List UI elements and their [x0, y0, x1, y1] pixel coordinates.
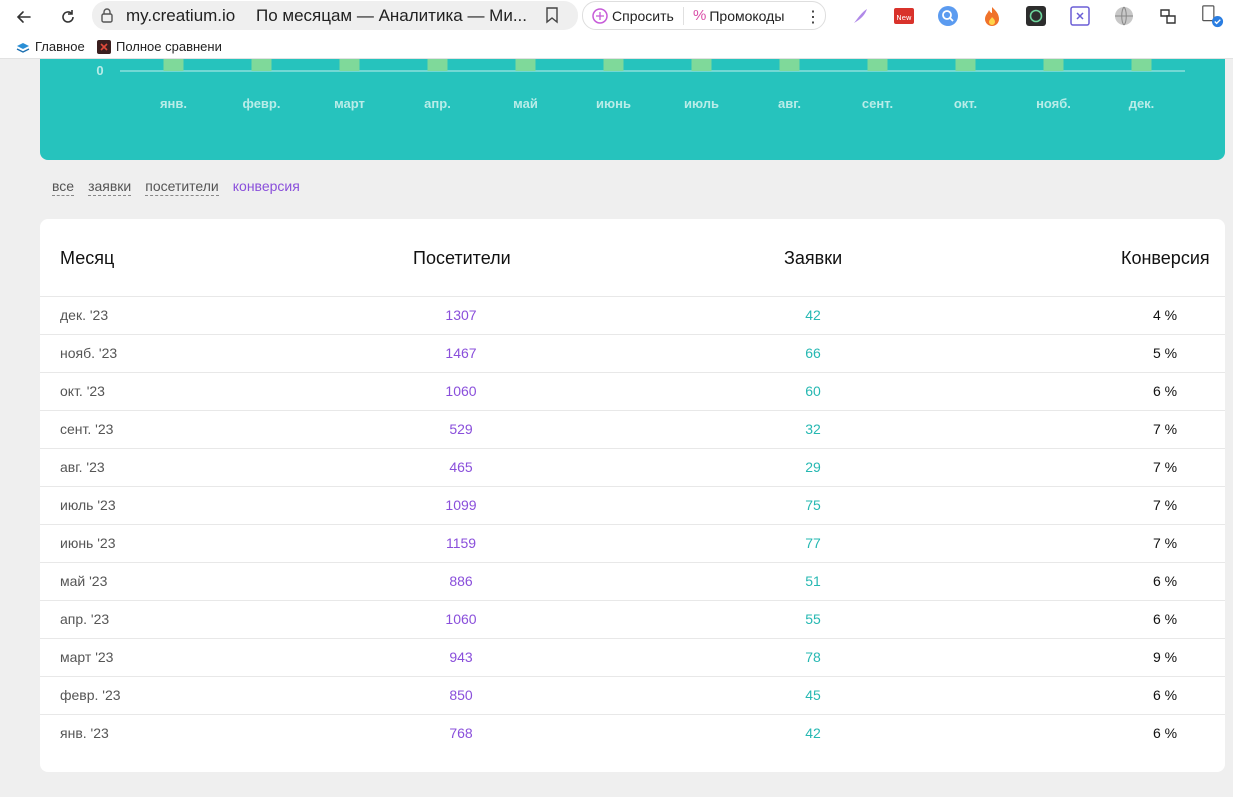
bookmark-compare[interactable]: Полное сравнени	[97, 39, 222, 54]
chart-bar	[339, 59, 360, 71]
new-badge-icon[interactable]: New	[892, 4, 916, 28]
ask-label: Спросить	[612, 8, 674, 24]
chart-bar	[779, 59, 800, 71]
table-row: март '23 943 78 9 %	[40, 638, 1225, 676]
row-month: нояб. '23	[60, 345, 118, 361]
row-month: март '23	[60, 649, 114, 665]
globe-icon[interactable]	[1112, 4, 1136, 28]
back-button[interactable]	[11, 4, 37, 30]
x-tick-label: февр.	[243, 96, 281, 111]
lock-icon	[101, 8, 113, 23]
layers-icon	[16, 42, 30, 53]
bookmark-main-label: Главное	[35, 39, 85, 54]
chart-bar	[163, 59, 184, 71]
reload-button[interactable]	[55, 4, 81, 30]
x-tick-label: окт.	[954, 96, 977, 111]
x-tick-label: авг.	[778, 96, 801, 111]
browser-toolbar: my.creatium.io По месяцам — Аналитика — …	[0, 0, 1233, 34]
header-requests[interactable]: Заявки	[784, 248, 842, 269]
sparkle-icon	[592, 8, 608, 24]
percent-icon: %	[693, 7, 707, 24]
x-tick-label: июнь	[596, 96, 631, 111]
chart-svg: 0 янв. февр. март апр. май июнь июль авг. сент. ок…	[96, 59, 1185, 111]
x-tick-label: март	[334, 96, 365, 111]
back-arrow-icon	[16, 11, 31, 23]
row-month: дек. '23	[60, 307, 109, 323]
x-tick-label: апр.	[424, 96, 451, 111]
chatgpt-icon[interactable]	[1024, 4, 1048, 28]
table-row: июнь '23 1159 77 7 %	[40, 524, 1225, 562]
chart-bar	[1131, 59, 1152, 71]
chart-bar	[603, 59, 624, 71]
assistant-pill: Спросить % Промокоды ⋮	[582, 1, 826, 30]
more-menu-icon[interactable]: ⋮	[805, 7, 821, 27]
bookmark-icon[interactable]	[544, 6, 560, 24]
svg-text:New: New	[896, 14, 912, 22]
x-tick-label: май	[513, 96, 538, 111]
header-month[interactable]: Месяц	[60, 248, 114, 269]
x-tick-label: июль	[684, 96, 719, 111]
header-visitors[interactable]: Посетители	[413, 248, 511, 269]
filter-2[interactable]: посетители	[145, 178, 219, 196]
filter-0[interactable]: все	[52, 178, 75, 196]
row-month: янв. '23	[60, 725, 109, 741]
table-row: окт. '23 1060 60 6 %	[40, 372, 1225, 410]
promo-button[interactable]: % Промокоды	[693, 7, 784, 24]
table-row: июль '23 1099 75 7 %	[40, 486, 1225, 524]
chart-bar	[427, 59, 448, 71]
row-month: окт. '23	[60, 383, 105, 399]
bookmarks-bar: Главное Полное сравнени	[0, 34, 1233, 59]
bookmark-main[interactable]: Главное	[16, 39, 85, 54]
address-bar[interactable]: my.creatium.io По месяцам — Аналитика — …	[92, 1, 578, 30]
chart-bar	[867, 59, 888, 71]
address-url: my.creatium.io	[126, 6, 236, 25]
close-box-icon[interactable]	[1068, 4, 1092, 28]
chart-bar	[515, 59, 536, 71]
feather-icon[interactable]	[848, 4, 872, 28]
shield-check-icon[interactable]	[1200, 4, 1224, 28]
monthly-table: Месяц Посетители Заявки Конверсия дек. '…	[40, 219, 1225, 772]
table-row: апр. '23 1060 55 6 %	[40, 600, 1225, 638]
row-month: февр. '23	[60, 687, 121, 703]
x-tick-label: сент.	[862, 96, 893, 111]
chart-bar	[251, 59, 272, 71]
address-page-title: По месяцам — Аналитика — Ми...	[256, 6, 527, 25]
chart-bar	[691, 59, 712, 71]
table-row: май '23 886 51 6 %	[40, 562, 1225, 600]
row-month: июнь '23	[60, 535, 116, 551]
table-row: дек. '23 1307 42 4 %	[40, 296, 1225, 334]
row-month: сент. '23	[60, 421, 114, 437]
filter-1[interactable]: заявки	[88, 178, 132, 196]
pill-divider	[683, 7, 684, 25]
table-row: нояб. '23 1467 66 5 %	[40, 334, 1225, 372]
table-row: янв. '23 768 42 6 %	[40, 714, 1225, 752]
chart-filters: все заявки посетители конверсия	[52, 178, 300, 196]
row-month: апр. '23	[60, 611, 110, 627]
chart-bar	[955, 59, 976, 71]
row-month: май '23	[60, 573, 108, 589]
x-tick-label: нояб.	[1036, 96, 1071, 111]
ask-button[interactable]: Спросить	[591, 7, 674, 25]
chart-bar	[1043, 59, 1064, 71]
fire-icon[interactable]	[980, 4, 1004, 28]
translate-icon[interactable]	[1156, 4, 1180, 28]
bookmark-compare-label: Полное сравнени	[116, 39, 222, 54]
promo-label: Промокоды	[709, 7, 785, 24]
row-month: июль '23	[60, 497, 116, 513]
filter-3[interactable]: конверсия	[233, 178, 300, 196]
y-axis-zero-label: 0	[96, 63, 103, 78]
reload-icon	[62, 10, 74, 23]
row-month: авг. '23	[60, 459, 105, 475]
conversion-chart: 0 янв. февр. март апр. май июнь июль авг. сент. ок…	[40, 59, 1225, 160]
x-tick-label: янв.	[160, 96, 187, 111]
table-row: авг. '23 465 29 7 %	[40, 448, 1225, 486]
x-tick-label: дек.	[1129, 96, 1155, 111]
header-conversion[interactable]: Конверсия	[1121, 248, 1210, 269]
compare-icon	[97, 39, 111, 54]
search-circle-icon[interactable]	[936, 4, 960, 28]
table-row: сент. '23 529 32 7 %	[40, 410, 1225, 448]
table-row: февр. '23 850 45 6 %	[40, 676, 1225, 714]
